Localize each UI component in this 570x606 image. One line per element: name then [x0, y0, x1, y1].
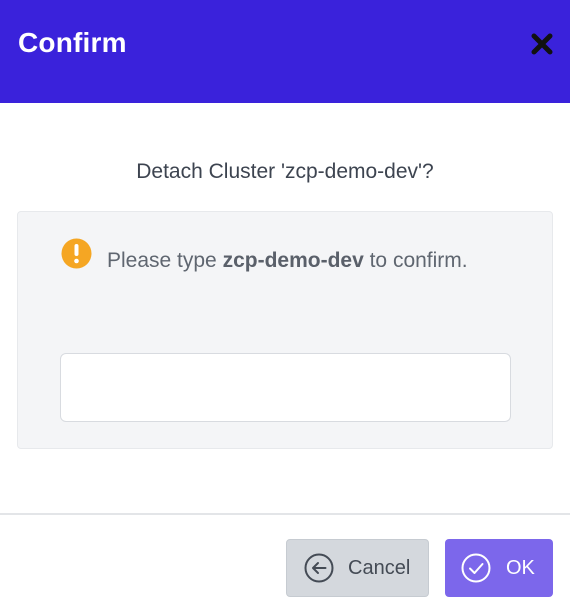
warning-icon [61, 238, 92, 269]
cluster-name: zcp-demo-dev [222, 249, 364, 272]
footer-divider [0, 513, 570, 515]
message-prefix: Please type [107, 249, 223, 272]
cancel-label: Cancel [348, 556, 411, 579]
check-circle-icon [461, 553, 491, 583]
ok-button[interactable]: OK [445, 539, 553, 597]
ok-label: OK [506, 556, 535, 579]
confirmation-message: Please type zcp-demo-dev to confirm. [107, 240, 527, 282]
dialog-title: Confirm [18, 27, 127, 58]
dialog-question: Detach Cluster 'zcp-demo-dev'? [136, 160, 434, 183]
confirm-name-input[interactable] [60, 353, 511, 422]
dialog-header: Confirm [0, 0, 570, 103]
confirmation-panel: Please type zcp-demo-dev to confirm. [17, 211, 553, 449]
arrow-left-circle-icon [304, 553, 334, 583]
confirm-dialog: Confirm Detach Cluster 'zcp-demo-dev'? P… [0, 0, 570, 606]
close-icon[interactable] [531, 33, 553, 55]
cancel-button[interactable]: Cancel [286, 539, 429, 597]
message-suffix: to confirm. [363, 249, 468, 272]
